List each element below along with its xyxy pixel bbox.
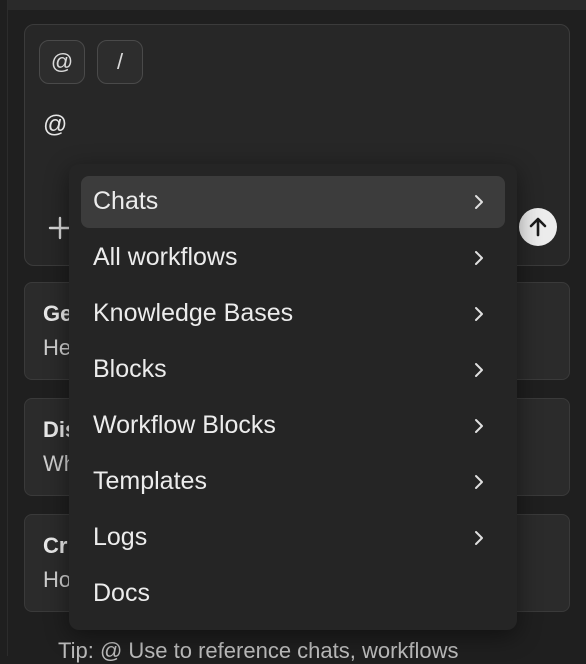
suggestion-card-title: Ge [43, 301, 73, 326]
menu-item-all-workflows[interactable]: All workflows [81, 232, 505, 284]
menu-item-logs[interactable]: Logs [81, 512, 505, 564]
chevron-right-icon [475, 307, 483, 321]
arrow-up-icon [529, 217, 547, 237]
suggestion-card-title: Cr [43, 533, 68, 558]
slash-command-chip-button[interactable]: / [97, 40, 143, 84]
top-strip [8, 0, 586, 10]
suggestion-card-subtitle: He [43, 335, 72, 360]
message-input[interactable]: @ [43, 111, 67, 139]
tip-text: Tip: @ Use to reference chats, workflows [58, 638, 459, 663]
menu-item-label: All workflows [93, 243, 238, 271]
menu-item-chats[interactable]: Chats [81, 176, 505, 228]
chevron-right-icon [475, 195, 483, 209]
menu-item-workflow-blocks[interactable]: Workflow Blocks [81, 400, 505, 452]
menu-item-label: Templates [93, 467, 207, 495]
chevron-right-icon [475, 251, 483, 265]
menu-item-label: Workflow Blocks [93, 411, 276, 439]
menu-item-label: Chats [93, 187, 159, 215]
menu-item-label: Knowledge Bases [93, 299, 294, 327]
mention-chip-button[interactable]: @ [39, 40, 85, 84]
chevron-right-icon [475, 475, 483, 489]
menu-item-label: Docs [93, 579, 150, 607]
send-button[interactable] [519, 208, 557, 246]
suggestion-card-subtitle: Ho [43, 567, 72, 592]
menu-item-blocks[interactable]: Blocks [81, 344, 505, 396]
menu-item-label: Logs [93, 523, 148, 551]
menu-item-docs[interactable]: Docs [81, 568, 505, 620]
mention-dropdown-menu: Chats All workflows Knowledge Bases Bloc… [69, 164, 517, 630]
menu-item-templates[interactable]: Templates [81, 456, 505, 508]
chevron-right-icon [475, 363, 483, 377]
chevron-right-icon [475, 531, 483, 545]
left-divider [7, 0, 8, 656]
menu-item-knowledge-bases[interactable]: Knowledge Bases [81, 288, 505, 340]
chevron-right-icon [475, 419, 483, 433]
menu-item-label: Blocks [93, 355, 167, 383]
